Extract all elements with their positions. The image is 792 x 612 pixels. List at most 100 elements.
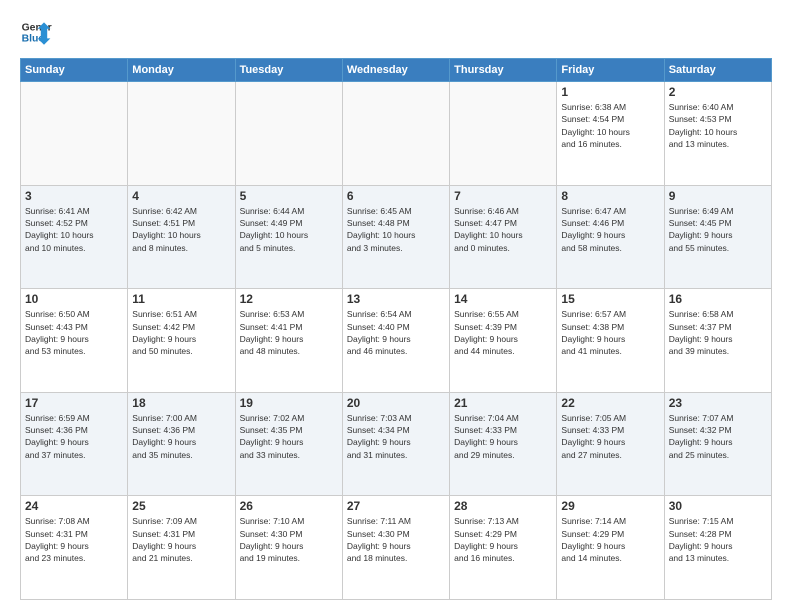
weekday-header: Friday <box>557 59 664 82</box>
day-number: 10 <box>25 292 123 306</box>
day-info: Sunrise: 6:40 AMSunset: 4:53 PMDaylight:… <box>669 101 767 150</box>
calendar-cell: 3 Sunrise: 6:41 AMSunset: 4:52 PMDaylight… <box>21 185 128 289</box>
calendar-cell <box>21 82 128 186</box>
calendar-cell: 10 Sunrise: 6:50 AMSunset: 4:43 PMDayligh… <box>21 289 128 393</box>
day-number: 5 <box>240 189 338 203</box>
calendar-cell: 17 Sunrise: 6:59 AMSunset: 4:36 PMDayligh… <box>21 392 128 496</box>
day-info: Sunrise: 7:07 AMSunset: 4:32 PMDaylight:… <box>669 412 767 461</box>
calendar-cell: 28 Sunrise: 7:13 AMSunset: 4:29 PMDayligh… <box>450 496 557 600</box>
weekday-header: Sunday <box>21 59 128 82</box>
calendar-cell: 2 Sunrise: 6:40 AMSunset: 4:53 PMDaylight… <box>664 82 771 186</box>
header: General Blue <box>20 16 772 48</box>
calendar-cell: 13 Sunrise: 6:54 AMSunset: 4:40 PMDayligh… <box>342 289 449 393</box>
calendar-cell: 9 Sunrise: 6:49 AMSunset: 4:45 PMDaylight… <box>664 185 771 289</box>
day-info: Sunrise: 7:08 AMSunset: 4:31 PMDaylight:… <box>25 515 123 564</box>
calendar-cell <box>342 82 449 186</box>
weekday-header: Tuesday <box>235 59 342 82</box>
calendar-cell: 27 Sunrise: 7:11 AMSunset: 4:30 PMDayligh… <box>342 496 449 600</box>
day-number: 22 <box>561 396 659 410</box>
day-number: 2 <box>669 85 767 99</box>
day-info: Sunrise: 6:41 AMSunset: 4:52 PMDaylight:… <box>25 205 123 254</box>
day-info: Sunrise: 7:02 AMSunset: 4:35 PMDaylight:… <box>240 412 338 461</box>
day-info: Sunrise: 6:49 AMSunset: 4:45 PMDaylight:… <box>669 205 767 254</box>
calendar-cell <box>450 82 557 186</box>
day-number: 17 <box>25 396 123 410</box>
logo-icon: General Blue <box>20 16 52 48</box>
day-number: 13 <box>347 292 445 306</box>
calendar-cell <box>128 82 235 186</box>
calendar-cell: 21Sunrise: 7:04 AMSunset: 4:33 PMDayligh… <box>450 392 557 496</box>
day-number: 12 <box>240 292 338 306</box>
day-number: 21 <box>454 396 552 410</box>
day-info: Sunrise: 7:11 AMSunset: 4:30 PMDaylight:… <box>347 515 445 564</box>
day-info: Sunrise: 7:09 AMSunset: 4:31 PMDaylight:… <box>132 515 230 564</box>
day-info: Sunrise: 7:03 AMSunset: 4:34 PMDaylight:… <box>347 412 445 461</box>
calendar-cell: 26 Sunrise: 7:10 AMSunset: 4:30 PMDayligh… <box>235 496 342 600</box>
day-info: Sunrise: 7:00 AMSunset: 4:36 PMDaylight:… <box>132 412 230 461</box>
calendar-cell: 14Sunrise: 6:55 AMSunset: 4:39 PMDayligh… <box>450 289 557 393</box>
day-number: 25 <box>132 499 230 513</box>
day-info: Sunrise: 6:44 AMSunset: 4:49 PMDaylight:… <box>240 205 338 254</box>
day-number: 27 <box>347 499 445 513</box>
weekday-header: Wednesday <box>342 59 449 82</box>
calendar-cell: 15 Sunrise: 6:57 AMSunset: 4:38 PMDayligh… <box>557 289 664 393</box>
day-number: 3 <box>25 189 123 203</box>
day-number: 23 <box>669 396 767 410</box>
calendar-cell: 23 Sunrise: 7:07 AMSunset: 4:32 PMDayligh… <box>664 392 771 496</box>
day-info: Sunrise: 7:05 AMSunset: 4:33 PMDaylight:… <box>561 412 659 461</box>
calendar-cell: 1 Sunrise: 6:38 AMSunset: 4:54 PMDaylight… <box>557 82 664 186</box>
calendar-cell <box>235 82 342 186</box>
calendar-cell: 7 Sunrise: 6:46 AMSunset: 4:47 PMDaylight… <box>450 185 557 289</box>
calendar-cell: 5 Sunrise: 6:44 AMSunset: 4:49 PMDaylight… <box>235 185 342 289</box>
day-number: 24 <box>25 499 123 513</box>
day-number: 8 <box>561 189 659 203</box>
day-number: 7 <box>454 189 552 203</box>
calendar-cell: 24 Sunrise: 7:08 AMSunset: 4:31 PMDayligh… <box>21 496 128 600</box>
day-info: Sunrise: 6:46 AMSunset: 4:47 PMDaylight:… <box>454 205 552 254</box>
day-number: 19 <box>240 396 338 410</box>
day-info: Sunrise: 6:50 AMSunset: 4:43 PMDaylight:… <box>25 308 123 357</box>
calendar-cell: 20Sunrise: 7:03 AMSunset: 4:34 PMDayligh… <box>342 392 449 496</box>
page: General Blue SundayMondayTuesdayWednesda… <box>0 0 792 612</box>
calendar-table: SundayMondayTuesdayWednesdayThursdayFrid… <box>20 58 772 600</box>
calendar-cell: 22 Sunrise: 7:05 AMSunset: 4:33 PMDayligh… <box>557 392 664 496</box>
day-number: 16 <box>669 292 767 306</box>
day-info: Sunrise: 6:38 AMSunset: 4:54 PMDaylight:… <box>561 101 659 150</box>
calendar-cell: 6Sunrise: 6:45 AMSunset: 4:48 PMDaylight… <box>342 185 449 289</box>
day-number: 26 <box>240 499 338 513</box>
calendar-cell: 25 Sunrise: 7:09 AMSunset: 4:31 PMDayligh… <box>128 496 235 600</box>
day-info: Sunrise: 7:14 AMSunset: 4:29 PMDaylight:… <box>561 515 659 564</box>
calendar-cell: 11 Sunrise: 6:51 AMSunset: 4:42 PMDayligh… <box>128 289 235 393</box>
day-info: Sunrise: 6:57 AMSunset: 4:38 PMDaylight:… <box>561 308 659 357</box>
day-number: 1 <box>561 85 659 99</box>
day-info: Sunrise: 6:59 AMSunset: 4:36 PMDaylight:… <box>25 412 123 461</box>
calendar-cell: 4Sunrise: 6:42 AMSunset: 4:51 PMDaylight… <box>128 185 235 289</box>
day-number: 15 <box>561 292 659 306</box>
day-info: Sunrise: 7:10 AMSunset: 4:30 PMDaylight:… <box>240 515 338 564</box>
day-number: 6 <box>347 189 445 203</box>
day-number: 29 <box>561 499 659 513</box>
day-info: Sunrise: 6:51 AMSunset: 4:42 PMDaylight:… <box>132 308 230 357</box>
weekday-header: Thursday <box>450 59 557 82</box>
logo: General Blue <box>20 16 52 48</box>
day-info: Sunrise: 6:54 AMSunset: 4:40 PMDaylight:… <box>347 308 445 357</box>
day-info: Sunrise: 7:15 AMSunset: 4:28 PMDaylight:… <box>669 515 767 564</box>
day-number: 14 <box>454 292 552 306</box>
calendar-cell: 30 Sunrise: 7:15 AMSunset: 4:28 PMDayligh… <box>664 496 771 600</box>
day-info: Sunrise: 6:47 AMSunset: 4:46 PMDaylight:… <box>561 205 659 254</box>
weekday-header: Monday <box>128 59 235 82</box>
calendar-cell: 29 Sunrise: 7:14 AMSunset: 4:29 PMDayligh… <box>557 496 664 600</box>
day-number: 28 <box>454 499 552 513</box>
day-info: Sunrise: 7:13 AMSunset: 4:29 PMDaylight:… <box>454 515 552 564</box>
weekday-header: Saturday <box>664 59 771 82</box>
calendar-cell: 19 Sunrise: 7:02 AMSunset: 4:35 PMDayligh… <box>235 392 342 496</box>
day-number: 9 <box>669 189 767 203</box>
day-number: 30 <box>669 499 767 513</box>
day-number: 18 <box>132 396 230 410</box>
calendar-cell: 12 Sunrise: 6:53 AMSunset: 4:41 PMDayligh… <box>235 289 342 393</box>
day-info: Sunrise: 6:53 AMSunset: 4:41 PMDaylight:… <box>240 308 338 357</box>
day-number: 11 <box>132 292 230 306</box>
day-info: Sunrise: 6:42 AMSunset: 4:51 PMDaylight:… <box>132 205 230 254</box>
calendar-cell: 16 Sunrise: 6:58 AMSunset: 4:37 PMDayligh… <box>664 289 771 393</box>
day-info: Sunrise: 6:58 AMSunset: 4:37 PMDaylight:… <box>669 308 767 357</box>
